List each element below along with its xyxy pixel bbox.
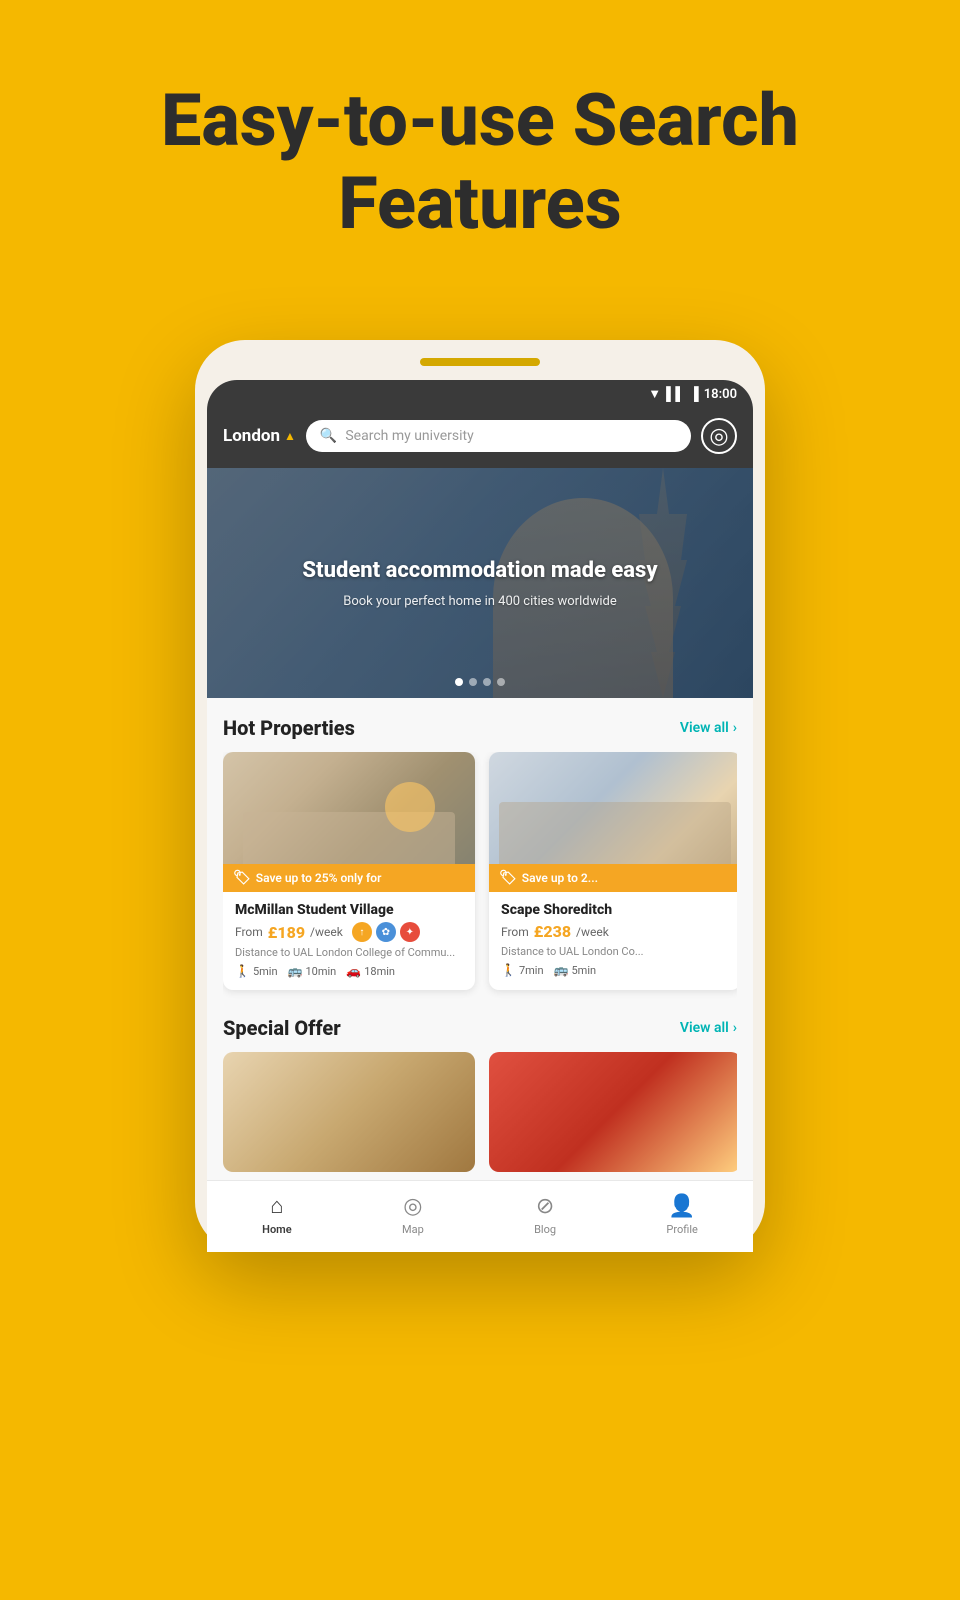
nav-label-profile: Profile — [666, 1223, 697, 1236]
nav-label-map: Map — [402, 1223, 424, 1236]
bottom-nav: ⌂ Home ◎ Map ⊘ Blog 👤 Profile — [207, 1180, 753, 1252]
banner-title: Student accommodation made easy — [302, 557, 657, 586]
content-area: Hot Properties View all › 🏷 Save up to 2… — [207, 698, 753, 1006]
signal-icon: ▌▌ — [666, 386, 684, 402]
price-amount-1: £189 — [268, 923, 305, 942]
offer-badge-orange: ↑ — [352, 922, 372, 942]
hero-title: Easy-to-use Search Features — [0, 80, 960, 246]
map-icon: ◎ — [403, 1194, 422, 1219]
status-time: 18:00 — [704, 387, 737, 402]
property-name-2: Scape Shoreditch — [501, 902, 729, 918]
special-offer-header: Special Offer View all › — [223, 1006, 737, 1052]
nav-label-blog: Blog — [534, 1223, 556, 1236]
offer-badges-1: ↑ ✿ ✦ — [352, 922, 420, 942]
dot-4[interactable] — [497, 678, 505, 686]
banner-subtitle: Book your perfect home in 400 cities wor… — [302, 594, 657, 609]
banner-text-block: Student accommodation made easy Book you… — [272, 557, 687, 609]
property-price-row-1: From £189 /week ↑ ✿ ✦ — [235, 922, 463, 942]
dot-3[interactable] — [483, 678, 491, 686]
property-card-1[interactable]: 🏷 Save up to 25% only for McMillan Stude… — [223, 752, 475, 990]
phone-notch — [420, 358, 540, 366]
property-name-1: McMillan Student Village — [235, 902, 463, 918]
hot-properties-header: Hot Properties View all › — [223, 698, 737, 752]
offer-badge-red: ✦ — [400, 922, 420, 942]
property-image-2: 🏷 Save up to 2... — [489, 752, 737, 892]
special-cards-row — [223, 1052, 737, 1180]
search-placeholder: Search my university — [345, 428, 473, 444]
blog-icon: ⊘ — [536, 1194, 554, 1219]
offer-badge-blue: ✿ — [376, 922, 396, 942]
search-input-box[interactable]: 🔍 Search my university — [306, 420, 691, 452]
transport-row-1: 🚶 5min 🚌 10min 🚗 18min — [235, 964, 463, 978]
nav-label-home: Home — [262, 1223, 292, 1236]
banner-pagination-dots — [455, 678, 505, 686]
save-badge-1: 🏷 Save up to 25% only for — [223, 864, 475, 892]
phone-mockup: ▼ ▌▌ ▐ 18:00 London ▲ 🔍 Search my univer… — [195, 340, 765, 1252]
save-badge-2: 🏷 Save up to 2... — [489, 864, 737, 892]
status-icons: ▼ ▌▌ ▐ 18:00 — [648, 386, 737, 402]
status-bar: ▼ ▌▌ ▐ 18:00 — [207, 380, 753, 408]
price-from-label-1: From — [235, 925, 263, 939]
price-from-label-2: From — [501, 925, 529, 939]
chevron-right-icon: › — [733, 720, 737, 736]
special-offer-view-all[interactable]: View all › — [680, 1020, 737, 1036]
nav-item-blog[interactable]: ⊘ Blog — [534, 1194, 556, 1236]
wifi-icon: ▼ — [648, 386, 661, 402]
transit-icon-2: 🚌 — [554, 963, 569, 977]
hot-properties-title: Hot Properties — [223, 716, 355, 740]
city-name: London — [223, 426, 280, 446]
special-card-1[interactable] — [223, 1052, 475, 1172]
drive-icon: 🚗 — [346, 964, 361, 978]
walk-icon-2: 🚶 — [501, 963, 516, 977]
search-bar-area: London ▲ 🔍 Search my university ◎ — [207, 408, 753, 468]
property-image-1: 🏷 Save up to 25% only for — [223, 752, 475, 892]
transit-time-1: 🚌 10min — [288, 964, 337, 978]
nav-item-profile[interactable]: 👤 Profile — [666, 1194, 697, 1236]
walk-icon: 🚶 — [235, 964, 250, 978]
tag-icon-2: 🏷 — [499, 870, 517, 886]
nav-item-home[interactable]: ⌂ Home — [262, 1193, 292, 1236]
transit-icon: 🚌 — [288, 964, 303, 978]
price-per-2: /week — [576, 925, 609, 939]
special-card-2[interactable] — [489, 1052, 737, 1172]
property-info-1: McMillan Student Village From £189 /week… — [223, 892, 475, 990]
property-price-row-2: From £238 /week — [501, 922, 729, 941]
drive-time-1: 🚗 18min — [346, 964, 395, 978]
city-selector[interactable]: London ▲ — [223, 426, 296, 446]
transit-time-2: 🚌 5min — [554, 963, 597, 977]
profile-icon: 👤 — [668, 1194, 695, 1219]
nav-item-map[interactable]: ◎ Map — [402, 1194, 424, 1236]
transport-row-2: 🚶 7min 🚌 5min — [501, 963, 729, 977]
property-card-2[interactable]: 🏷 Save up to 2... Scape Shoreditch From … — [489, 752, 737, 990]
price-amount-2: £238 — [534, 922, 571, 941]
headset-icon[interactable]: ◎ — [701, 418, 737, 454]
walk-time-2: 🚶 7min — [501, 963, 544, 977]
battery-icon: ▐ — [690, 386, 699, 402]
search-icon: 🔍 — [320, 428, 337, 444]
tag-icon: 🏷 — [233, 870, 251, 886]
phone-screen: ▼ ▌▌ ▐ 18:00 London ▲ 🔍 Search my univer… — [207, 380, 753, 1252]
chevron-right-icon-2: › — [733, 1020, 737, 1036]
walk-time-1: 🚶 5min — [235, 964, 278, 978]
home-icon: ⌂ — [270, 1193, 283, 1219]
dot-1[interactable] — [455, 678, 463, 686]
dot-2[interactable] — [469, 678, 477, 686]
property-info-2: Scape Shoreditch From £238 /week Distanc… — [489, 892, 737, 989]
special-offer-title: Special Offer — [223, 1016, 341, 1040]
properties-row: 🏷 Save up to 25% only for McMillan Stude… — [223, 752, 737, 1006]
price-per-1: /week — [310, 925, 343, 939]
hot-properties-view-all[interactable]: View all › — [680, 720, 737, 736]
hero-banner: Student accommodation made easy Book you… — [207, 468, 753, 698]
property-distance-2: Distance to UAL London Co... — [501, 945, 729, 958]
special-offer-section: Special Offer View all › — [207, 1006, 753, 1180]
property-distance-1: Distance to UAL London College of Commu.… — [235, 946, 463, 959]
city-dropdown-arrow: ▲ — [284, 429, 296, 443]
